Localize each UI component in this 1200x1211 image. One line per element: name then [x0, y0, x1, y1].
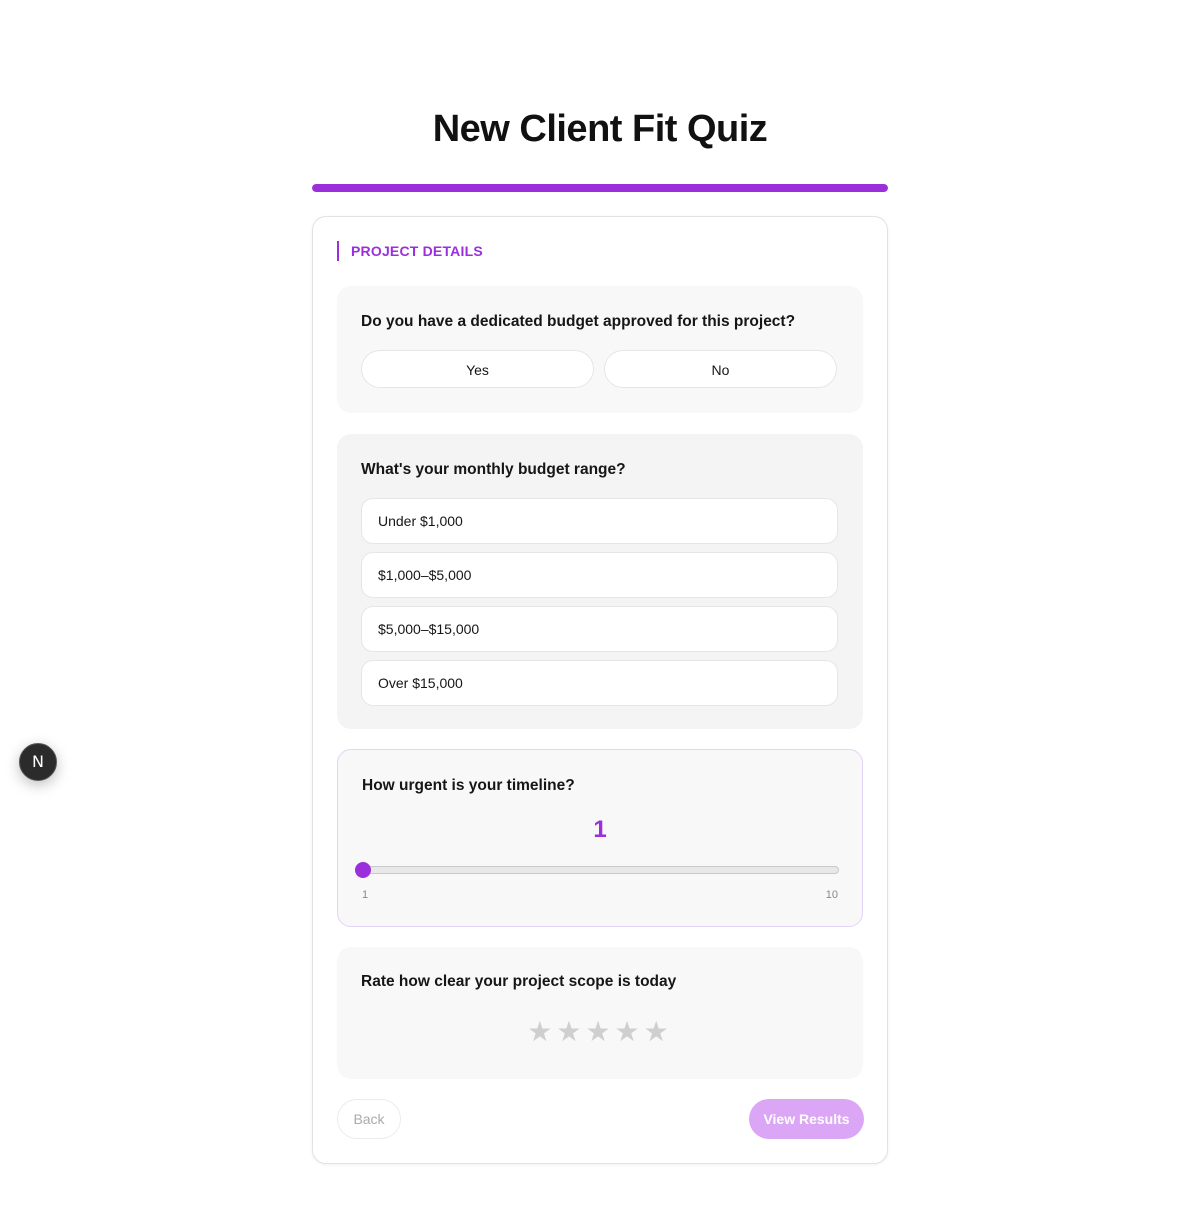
question-text: How urgent is your timeline? — [362, 777, 575, 794]
star-icon[interactable]: ★ — [615, 1015, 644, 1048]
slider-max-label: 10 — [825, 889, 838, 901]
option-5000-15000[interactable]: $5,000–$15,000 — [361, 606, 838, 652]
view-results-button[interactable]: View Results — [749, 1099, 864, 1139]
question-text: Do you have a dedicated budget approved … — [361, 313, 796, 330]
star-icon[interactable]: ★ — [585, 1015, 614, 1048]
option-under-1000[interactable]: Under $1,000 — [361, 498, 838, 544]
yes-button[interactable]: Yes — [361, 350, 594, 388]
option-over-15000[interactable]: Over $15,000 — [361, 660, 838, 706]
urgency-slider[interactable] — [355, 862, 839, 878]
back-button[interactable]: Back — [337, 1099, 401, 1139]
progress-bar — [312, 184, 888, 192]
question-text: Rate how clear your project scope is tod… — [361, 973, 677, 990]
slider-min-label: 1 — [362, 889, 369, 901]
option-1000-5000[interactable]: $1,000–$5,000 — [361, 552, 838, 598]
star-rating: ★★★★★ — [337, 1015, 863, 1048]
slider-thumb[interactable] — [355, 862, 371, 878]
progress-bar-fill — [312, 184, 888, 192]
page-title: New Client Fit Quiz — [432, 108, 768, 150]
question-text: What's your monthly budget range? — [361, 461, 626, 478]
star-icon[interactable]: ★ — [527, 1015, 556, 1048]
star-icon[interactable]: ★ — [644, 1015, 673, 1048]
star-icon[interactable]: ★ — [556, 1015, 585, 1048]
quiz-card: PROJECT DETAILS Do you have a dedicated … — [312, 216, 888, 1164]
no-button[interactable]: No — [604, 350, 837, 388]
question-scope-clarity: Rate how clear your project scope is tod… — [337, 947, 863, 1079]
question-budget-approved: Do you have a dedicated budget approved … — [337, 286, 863, 413]
slider-value: 1 — [593, 816, 607, 843]
section-label: PROJECT DETAILS — [337, 241, 483, 261]
question-urgency: How urgent is your timeline? 1 1 10 — [337, 749, 863, 927]
question-monthly-budget: What's your monthly budget range? Under … — [337, 434, 863, 729]
nextjs-icon[interactable]: N — [19, 743, 57, 781]
